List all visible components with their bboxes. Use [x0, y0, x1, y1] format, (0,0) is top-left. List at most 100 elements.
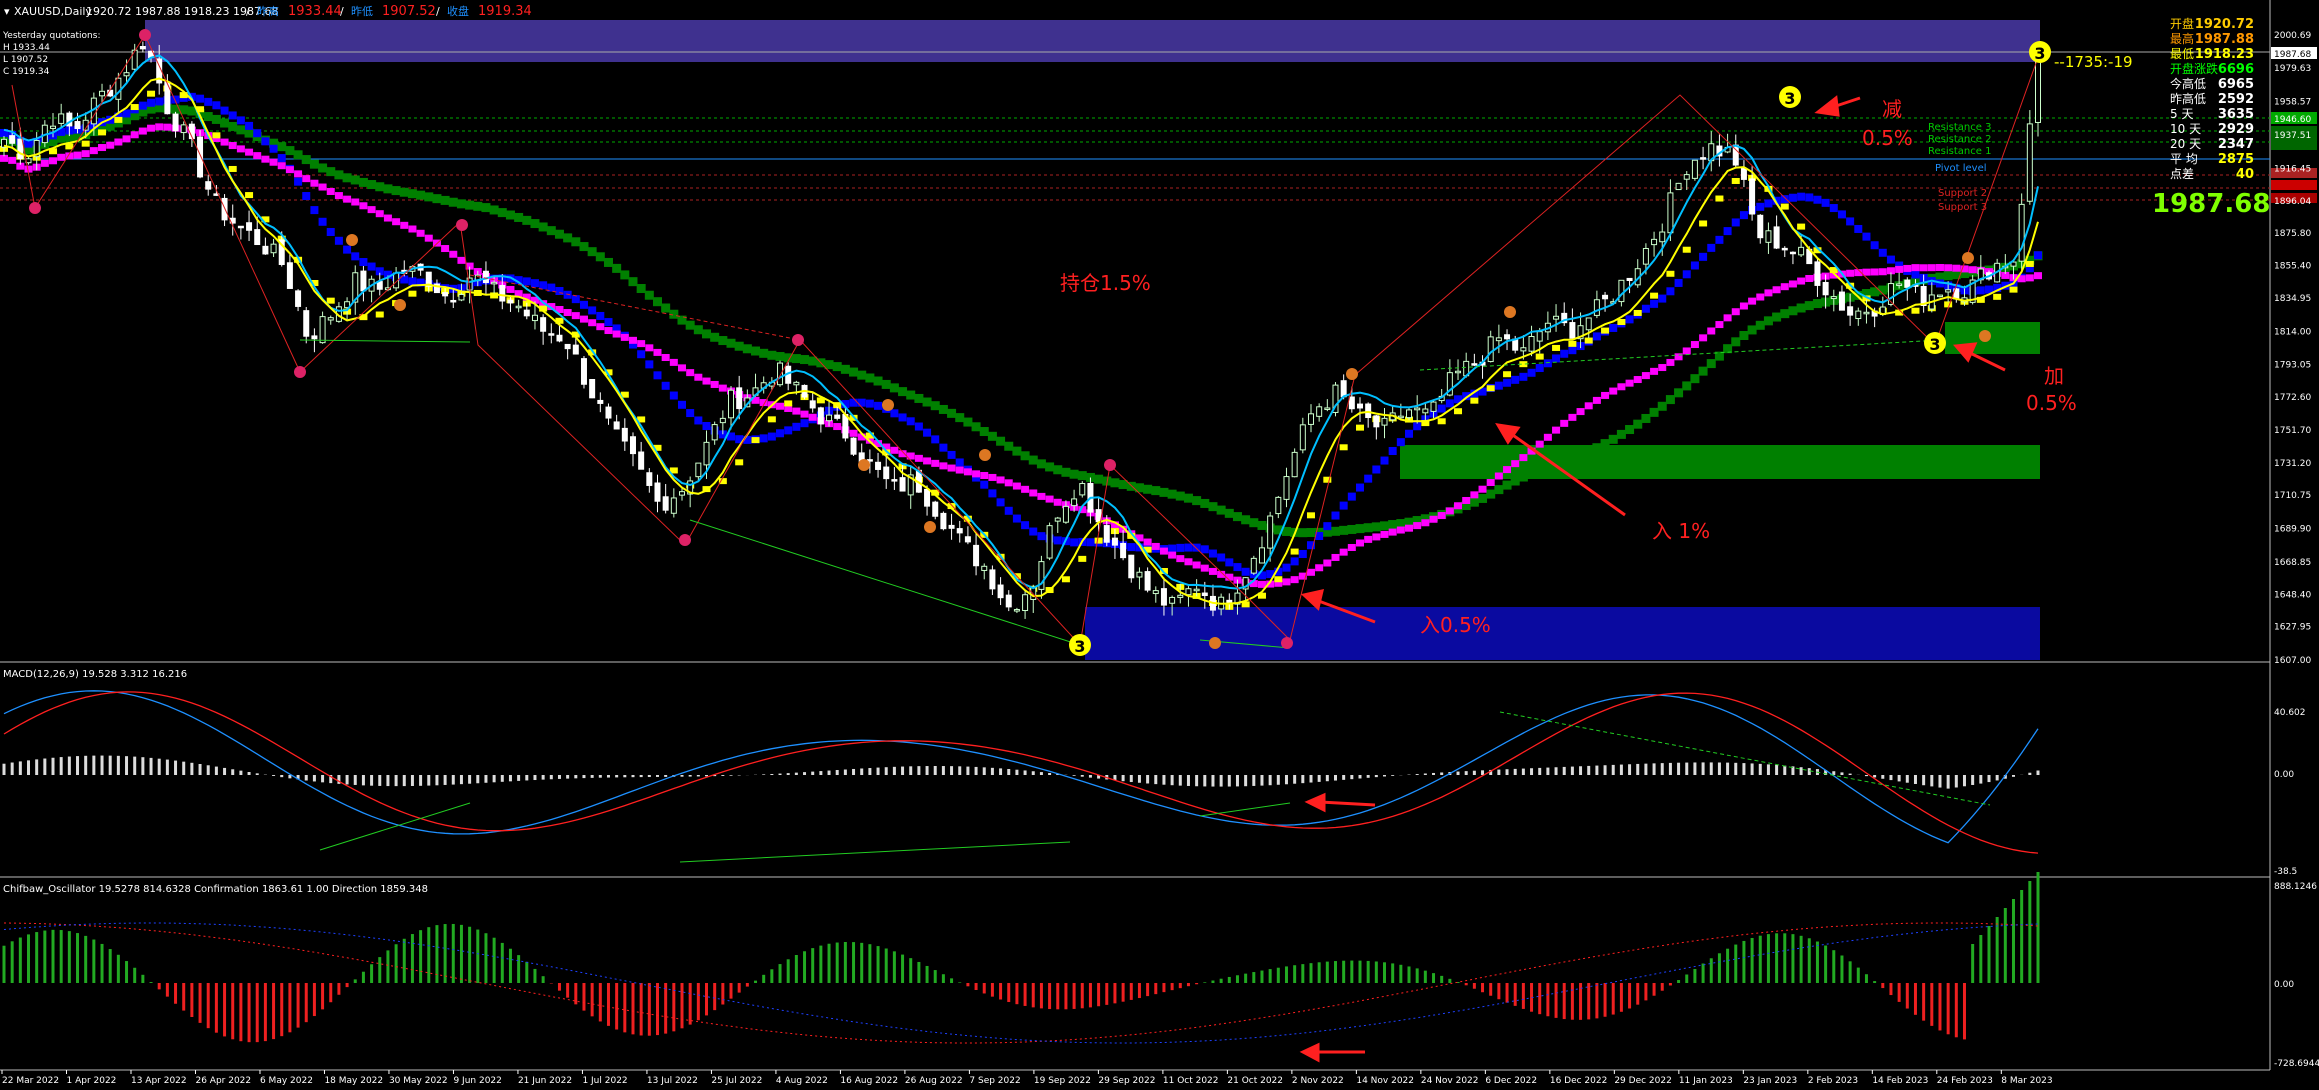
candle-body [1504, 334, 1511, 340]
ma-block [784, 400, 793, 407]
ma-block [1053, 465, 1063, 475]
ma-block [718, 336, 728, 346]
candle-body [58, 113, 65, 124]
ma-block [906, 452, 915, 460]
candle-body [891, 479, 898, 482]
ma-block [367, 262, 376, 271]
ma-block [1658, 294, 1667, 303]
info-value: 2347 [2218, 137, 2254, 152]
ma-block [448, 197, 458, 207]
ma-block [1282, 578, 1291, 586]
ma-block [857, 398, 866, 407]
ma-block [1739, 211, 1748, 220]
candle-body [17, 138, 24, 160]
ma-block [359, 202, 368, 210]
ma-block [1380, 521, 1390, 531]
candle-body [728, 389, 735, 419]
ma-block [996, 498, 1005, 507]
ma-block [1788, 306, 1798, 316]
ma-block [563, 290, 572, 299]
ma-block [155, 123, 164, 131]
ma-block [980, 480, 989, 489]
candle-body [1863, 311, 1870, 315]
candle-body [883, 466, 890, 480]
time-tick: 18 May 2022 [324, 1076, 383, 1086]
ma-block [1601, 327, 1610, 334]
ma-block [555, 287, 564, 296]
trading-chart[interactable]: 3 3 3 3 --1735:-19 持仓1.5% 减 0.5% 加 0.5% … [0, 0, 2319, 1090]
candle-body [1691, 159, 1698, 179]
ma-block [114, 116, 123, 123]
ma-block [1470, 491, 1479, 499]
ma-block [245, 192, 254, 199]
ma-block [1944, 301, 1953, 308]
ma-block [661, 303, 671, 313]
ma-block [1535, 364, 1544, 373]
candle-body [556, 334, 563, 342]
svg-text:Resistance 3: Resistance 3 [1928, 122, 1991, 133]
candle-body [1830, 296, 1837, 300]
ma-block [603, 257, 613, 267]
candle-body [1250, 557, 1257, 574]
ma-block [800, 419, 809, 428]
ma-block [57, 153, 66, 161]
ma-block [2025, 260, 2034, 267]
candle-body [948, 524, 955, 529]
ma-block [514, 212, 524, 222]
macd-title: MACD(12,26,9) 19.528 3.312 16.216 [3, 669, 187, 680]
candle-body [989, 569, 996, 590]
svg-text:3: 3 [2034, 44, 2045, 63]
ma-block [800, 355, 810, 365]
ma-block [334, 170, 344, 180]
candle-body [442, 292, 449, 297]
ma-block [979, 427, 989, 437]
ma-block [497, 208, 507, 218]
ma-block [1568, 340, 1577, 347]
info-value: 3635 [2218, 107, 2254, 122]
ma-block [1772, 286, 1781, 294]
ma-block [1020, 451, 1030, 461]
ma-block [73, 151, 82, 159]
time-tick: 2 Feb 2023 [1808, 1076, 1858, 1086]
big-price: 1987.68 [2152, 189, 2270, 219]
ma-block [130, 131, 139, 139]
candle-body [1422, 408, 1429, 414]
svg-text:40.602: 40.602 [2274, 708, 2306, 718]
candle-body [548, 333, 555, 336]
candle-body [1201, 592, 1208, 597]
ma-block [669, 391, 678, 400]
ma-block [1364, 474, 1373, 483]
candle-body [1904, 279, 1911, 288]
ma-block [645, 344, 654, 352]
ma-block [326, 227, 335, 236]
ma-block [1363, 523, 1373, 533]
ma-block [1184, 558, 1193, 566]
ma-block [2034, 272, 2042, 280]
ma-block [1045, 495, 1054, 503]
ma-block [1707, 327, 1716, 335]
ma-block [1159, 547, 1168, 555]
ma-block [1380, 530, 1389, 538]
ma-block [637, 350, 646, 359]
ma-block [1780, 309, 1790, 319]
ma-block [147, 124, 156, 132]
ma-block [1543, 359, 1552, 368]
ma-block [759, 348, 769, 358]
ma-block [980, 471, 989, 479]
candle-body [319, 316, 326, 344]
ma-block [1339, 548, 1348, 556]
candle-body [956, 528, 963, 534]
ma-block [1086, 538, 1095, 547]
svg-text:/: / [436, 5, 440, 18]
ma-block [832, 362, 842, 372]
ma-block [130, 104, 139, 111]
info-label: 今高低 [2170, 76, 2206, 91]
price-tick: 2000.69 [2274, 31, 2311, 41]
ma-block [955, 458, 964, 467]
ma-block [294, 177, 303, 186]
svg-text:0.00: 0.00 [2274, 980, 2294, 990]
ma-block [522, 277, 531, 286]
svg-text:0.00: 0.00 [2274, 770, 2294, 780]
ma-block [228, 121, 238, 131]
ma-block [1780, 195, 1789, 204]
